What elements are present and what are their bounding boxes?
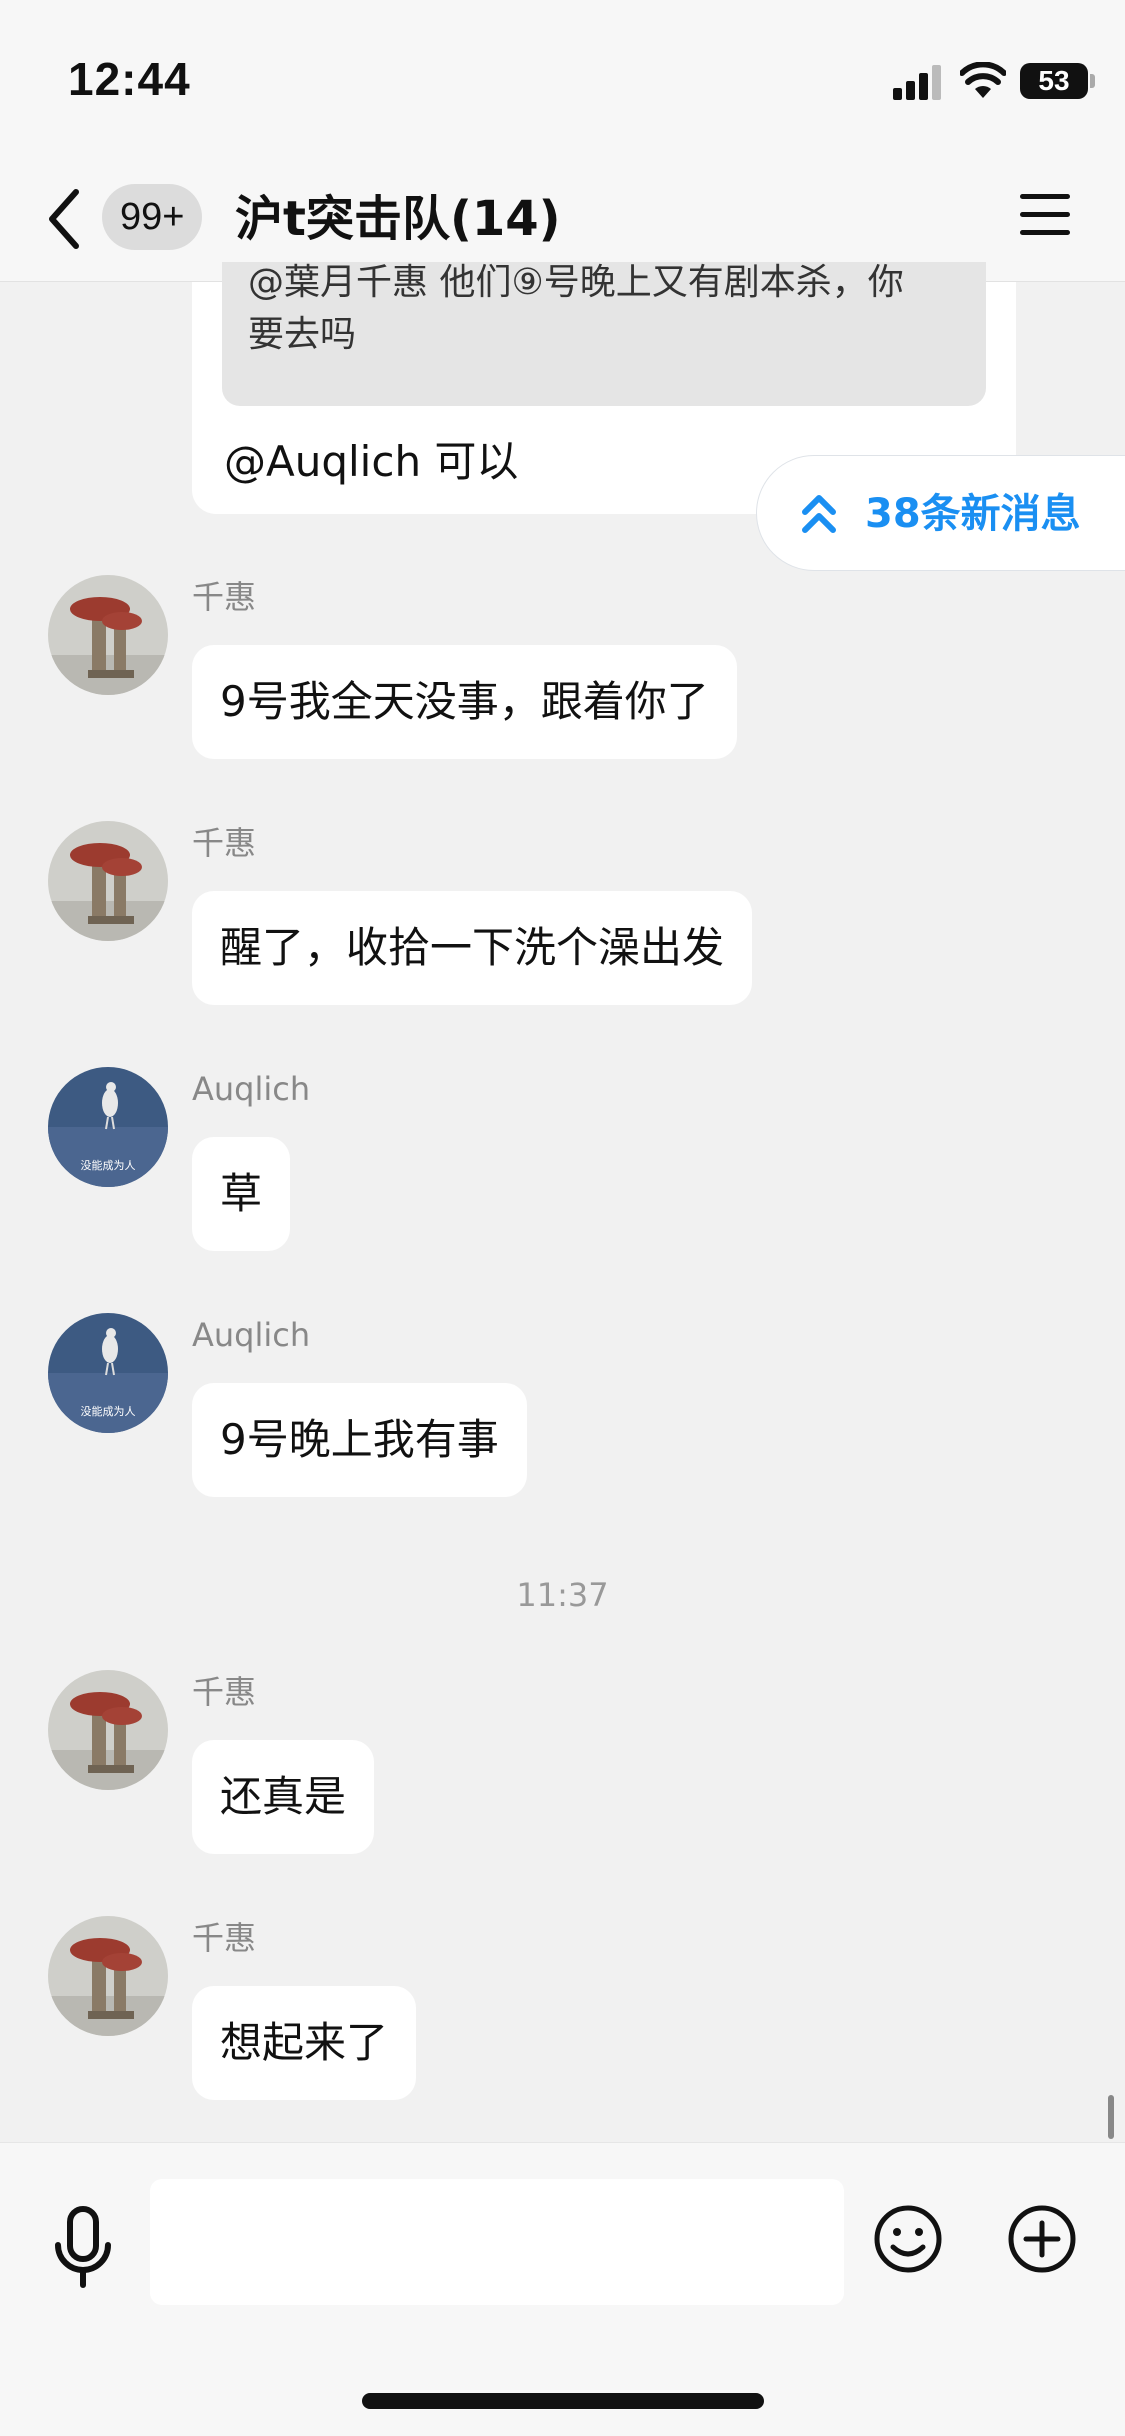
signal-icon bbox=[893, 64, 943, 100]
quote-text-line1: @葉月千惠 他们⑨号晚上又有剧本杀，你 bbox=[248, 262, 904, 303]
message-bubble[interactable]: 9号晚上我有事 bbox=[192, 1383, 527, 1497]
status-time: 12:44 bbox=[68, 53, 191, 105]
sender-name: Auqlich bbox=[192, 1316, 311, 1354]
emoji-icon[interactable] bbox=[872, 2203, 944, 2275]
avatar-caption: 没能成为人 bbox=[81, 1404, 136, 1418]
plus-circle-icon[interactable] bbox=[1006, 2203, 1078, 2275]
sender-name: Auqlich bbox=[192, 1070, 311, 1108]
sender-name: 千惠 bbox=[192, 578, 257, 616]
quote-text-line2: 要去吗 bbox=[248, 314, 357, 355]
double-chevron-up-icon bbox=[802, 495, 836, 533]
mushroom-avatar[interactable] bbox=[48, 821, 168, 941]
new-messages-button[interactable]: 38条新消息 bbox=[756, 455, 1125, 571]
message-input[interactable] bbox=[150, 2179, 844, 2305]
new-messages-label: 38条新消息 bbox=[865, 491, 1081, 537]
bird-avatar[interactable]: 没能成为人 bbox=[48, 1067, 168, 1187]
input-bar bbox=[0, 2142, 1125, 2436]
battery-level: 53 bbox=[1038, 65, 1070, 96]
hamburger-menu-icon[interactable] bbox=[1020, 192, 1070, 238]
message-bubble[interactable]: 还真是 bbox=[192, 1740, 375, 1854]
quote-box: @葉月千惠 他们⑨号晚上又有剧本杀，你 要去吗 bbox=[222, 262, 986, 406]
unread-badge[interactable]: 99+ bbox=[102, 184, 203, 250]
battery-icon: 53 bbox=[1020, 63, 1088, 99]
message-bubble[interactable]: 9号我全天没事，跟着你了 bbox=[192, 645, 737, 759]
mushroom-avatar[interactable] bbox=[48, 1916, 168, 2036]
mushroom-avatar[interactable] bbox=[48, 1670, 168, 1790]
home-indicator[interactable] bbox=[362, 2393, 764, 2409]
microphone-icon[interactable] bbox=[52, 2205, 114, 2315]
wifi-icon bbox=[960, 62, 1006, 98]
message-bubble[interactable]: 醒了，收拾一下洗个澡出发 bbox=[192, 891, 753, 1005]
avatar-caption: 没能成为人 bbox=[81, 1158, 136, 1172]
sender-name: 千惠 bbox=[192, 1673, 257, 1711]
message-bubble[interactable]: 想起来了 bbox=[192, 1986, 417, 2100]
time-separator: 11:37 bbox=[516, 1576, 609, 1614]
reply-text: @Auqlich 可以 bbox=[224, 437, 519, 486]
chat-title[interactable]: 沪t突击队(14) bbox=[235, 186, 561, 252]
scrollbar[interactable] bbox=[1108, 2095, 1114, 2139]
sender-name: 千惠 bbox=[192, 1919, 257, 1957]
sender-name: 千惠 bbox=[192, 824, 257, 862]
status-bar: 12:44 53 bbox=[0, 0, 1125, 160]
message-bubble[interactable]: 草 bbox=[192, 1137, 291, 1251]
battery-nub bbox=[1090, 74, 1095, 88]
chevron-left-icon[interactable] bbox=[44, 186, 84, 252]
mushroom-avatar[interactable] bbox=[48, 575, 168, 695]
bird-avatar[interactable]: 没能成为人 bbox=[48, 1313, 168, 1433]
